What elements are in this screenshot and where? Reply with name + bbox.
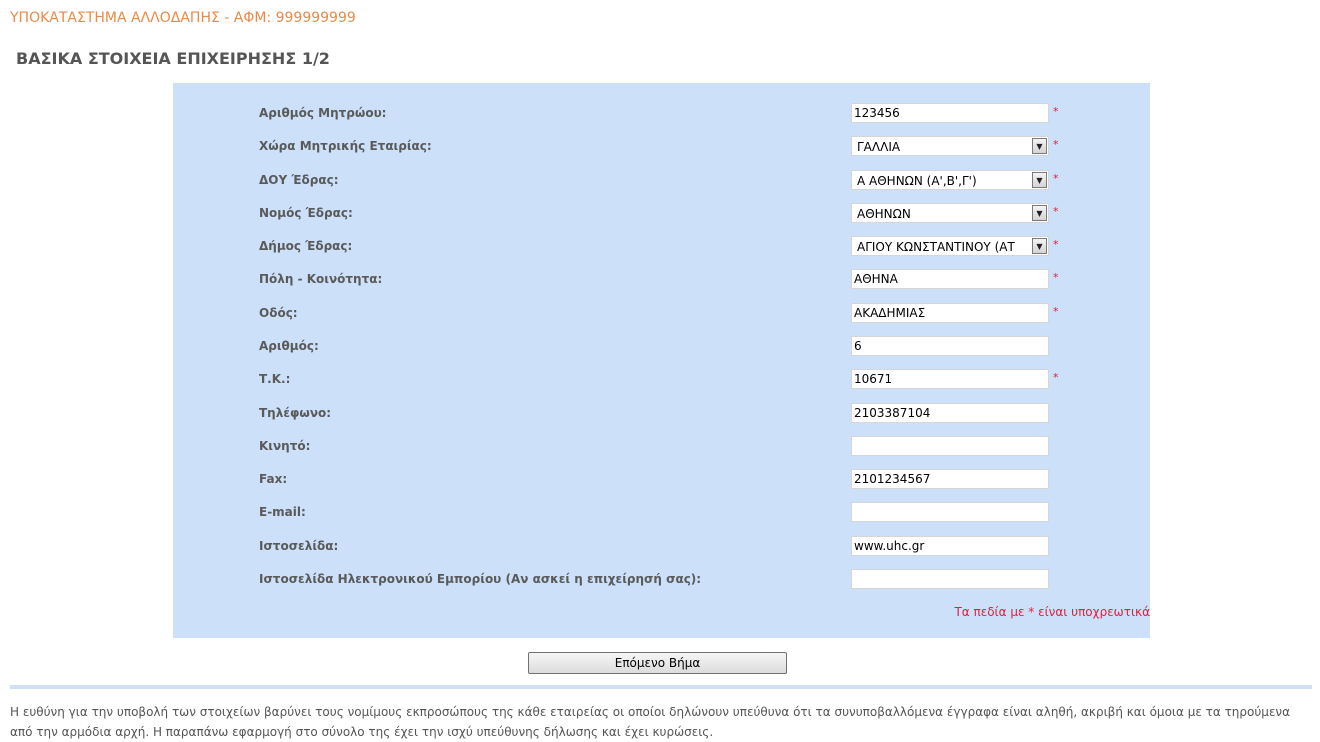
field-label: Τ.Κ.:: [259, 372, 291, 386]
company-header: ΥΠΟΚΑΤΑΣΤΗΜΑ ΑΛΛΟΔΑΠΗΣ - ΑΦΜ: 999999999: [10, 10, 356, 26]
select-value: ΑΘΗΝΩΝ: [857, 207, 911, 221]
chevron-down-icon[interactable]: ▼: [1032, 205, 1047, 221]
tax-office-select[interactable]: Α ΑΘΗΝΩΝ (Α',Β',Γ') ▼: [851, 170, 1049, 190]
form-row-street: Οδός: *: [173, 303, 1150, 325]
field-label: ΔΟΥ Έδρας:: [259, 173, 339, 187]
field-label: Fax:: [259, 472, 288, 486]
field-label: Πόλη - Κοινότητα:: [259, 272, 383, 286]
email-input[interactable]: [851, 502, 1049, 522]
form-row-street-number: Αριθμός:: [173, 336, 1150, 358]
postal-code-input[interactable]: [851, 369, 1049, 389]
chevron-down-icon[interactable]: ▼: [1032, 138, 1047, 154]
field-label: Τηλέφωνο:: [259, 406, 332, 420]
required-marker: *: [1053, 371, 1059, 384]
field-label: Χώρα Μητρικής Εταιρίας:: [259, 139, 432, 153]
field-label: Οδός:: [259, 306, 298, 320]
street-input[interactable]: [851, 303, 1049, 323]
form-row-city: Πόλη - Κοινότητα: *: [173, 269, 1150, 291]
form-row-ecommerce-website: Ιστοσελίδα Ηλεκτρονικού Εμπορίου (Αν ασκ…: [173, 569, 1150, 591]
business-details-form: Αριθμός Μητρώου: * Χώρα Μητρικής Εταιρία…: [173, 83, 1150, 638]
ecommerce-website-input[interactable]: [851, 569, 1049, 589]
required-marker: *: [1053, 138, 1059, 151]
form-row-fax: Fax:: [173, 469, 1150, 491]
disclaimer-text: Η ευθύνη για την υποβολή των στοιχείων β…: [10, 705, 1291, 739]
field-label: Νομός Έδρας:: [259, 206, 353, 220]
website-input[interactable]: [851, 536, 1049, 556]
required-marker: *: [1053, 305, 1059, 318]
municipality-select[interactable]: ΑΓΙΟΥ ΚΩΝΣΤΑΝΤΙΝΟΥ (ΑΤ ▼: [851, 236, 1049, 256]
fax-input[interactable]: [851, 469, 1049, 489]
form-row-registry-number: Αριθμός Μητρώου: *: [173, 103, 1150, 125]
next-step-button[interactable]: Επόμενο Βήμα: [528, 652, 787, 674]
field-label: Αριθμός Μητρώου:: [259, 106, 387, 120]
form-row-parent-country: Χώρα Μητρικής Εταιρίας: ΓΑΛΛΙΑ ▼ *: [173, 136, 1150, 158]
city-input[interactable]: [851, 269, 1049, 289]
field-label: Δήμος Έδρας:: [259, 239, 353, 253]
phone-input[interactable]: [851, 403, 1049, 423]
form-row-website: Ιστοσελίδα:: [173, 536, 1150, 558]
form-row-email: E-mail:: [173, 502, 1150, 524]
page-title: ΒΑΣΙΚΑ ΣΤΟΙΧΕΙΑ ΕΠΙΧΕΙΡΗΣΗΣ 1/2: [16, 49, 330, 68]
select-value: ΑΓΙΟΥ ΚΩΝΣΤΑΝΤΙΝΟΥ (ΑΤ: [857, 240, 1015, 254]
divider: [10, 685, 1312, 689]
prefecture-select[interactable]: ΑΘΗΝΩΝ ▼: [851, 203, 1049, 223]
field-label: Ιστοσελίδα:: [259, 539, 339, 553]
mobile-input[interactable]: [851, 436, 1049, 456]
required-fields-note: Τα πεδία με * είναι υποχρεωτικά: [954, 605, 1150, 619]
required-marker: *: [1053, 271, 1059, 284]
field-label: Κινητό:: [259, 439, 311, 453]
field-label: Αριθμός:: [259, 339, 319, 353]
street-number-input[interactable]: [851, 336, 1049, 356]
form-row-phone: Τηλέφωνο:: [173, 403, 1150, 425]
field-label: E-mail:: [259, 505, 306, 519]
required-marker: *: [1053, 172, 1059, 185]
required-marker: *: [1053, 105, 1059, 118]
field-label: Ιστοσελίδα Ηλεκτρονικού Εμπορίου (Αν ασκ…: [259, 572, 702, 586]
registry-number-input[interactable]: [851, 103, 1049, 123]
select-value: Α ΑΘΗΝΩΝ (Α',Β',Γ'): [857, 174, 977, 188]
select-value: ΓΑΛΛΙΑ: [857, 140, 901, 154]
chevron-down-icon[interactable]: ▼: [1032, 238, 1047, 254]
form-row-tax-office: ΔΟΥ Έδρας: Α ΑΘΗΝΩΝ (Α',Β',Γ') ▼ *: [173, 170, 1150, 192]
chevron-down-icon[interactable]: ▼: [1032, 172, 1047, 188]
form-row-municipality: Δήμος Έδρας: ΑΓΙΟΥ ΚΩΝΣΤΑΝΤΙΝΟΥ (ΑΤ ▼ *: [173, 236, 1150, 258]
form-row-mobile: Κινητό:: [173, 436, 1150, 458]
required-marker: *: [1053, 205, 1059, 218]
required-marker: *: [1053, 238, 1059, 251]
parent-country-select[interactable]: ΓΑΛΛΙΑ ▼: [851, 136, 1049, 156]
form-row-prefecture: Νομός Έδρας: ΑΘΗΝΩΝ ▼ *: [173, 203, 1150, 225]
form-row-postal-code: Τ.Κ.: *: [173, 369, 1150, 391]
